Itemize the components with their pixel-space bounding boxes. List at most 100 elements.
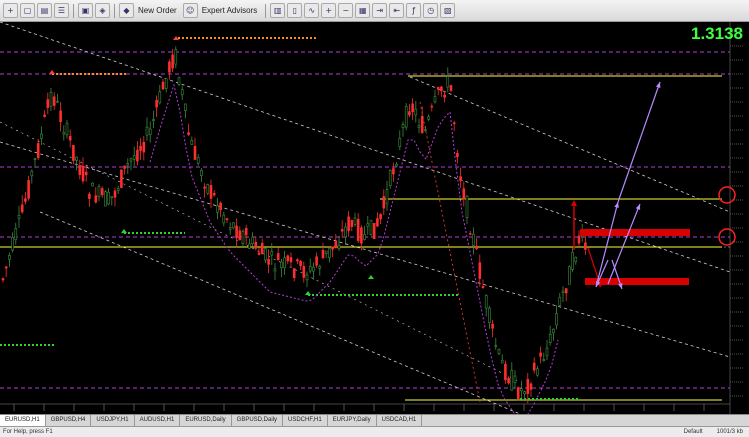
candle-body [171,54,174,69]
candle-body [241,231,245,244]
projection-arrow-head [635,204,641,210]
zoom-in-icon[interactable]: + [321,3,337,18]
candle-body [372,222,376,240]
candle-body [446,76,450,88]
templates-icon[interactable]: ▧ [440,3,456,18]
autoscroll-icon[interactable]: ⇥ [372,3,388,18]
candle-body [65,122,69,136]
candle-body [552,328,555,334]
candle-body [187,132,190,136]
candle-body [356,218,360,242]
candle-body [504,363,507,381]
candle-body [283,257,286,269]
candle-body [404,105,408,128]
chart-tab[interactable]: EURUSD,H1 [0,415,46,426]
candle-body [532,362,536,371]
candle-body [318,266,322,269]
red-up-arrow-icon [571,200,577,206]
tester-icon[interactable]: ◈ [95,3,110,18]
candle-body [260,242,264,255]
candle-body [49,92,53,107]
candle-body [520,388,523,392]
candle-body [408,111,411,116]
candle-body [539,352,542,357]
candle-body [584,242,587,250]
price-chart[interactable] [0,21,749,421]
candle-body [430,105,434,108]
bar-chart-icon[interactable]: ▥ [270,3,286,18]
navigator-icon[interactable]: ☰ [54,3,69,18]
candle-body [177,77,181,85]
candle-body [30,170,34,177]
status-bar: For Help, press F1 Default 1001/3 kb [0,426,749,437]
candle-body [206,184,210,194]
chart-tab[interactable]: AUDUSD,H1 [135,415,181,426]
candle-body [180,89,184,96]
candle-body [212,193,216,196]
candle-body [427,116,430,120]
chart-tab[interactable]: EURUSD,Daily [180,415,232,426]
new-chart-icon[interactable]: + [3,3,18,18]
chart-tab[interactable]: EURJPY,Daily [328,415,377,426]
candle-body [337,244,341,250]
candle-body [267,258,270,265]
expert-advisors-button[interactable]: Expert Advisors [202,6,258,15]
candle-body [100,188,104,196]
candle-body [75,156,78,161]
candlestick-icon[interactable]: ▯ [287,3,303,18]
candle-body [494,345,498,347]
chart-tab[interactable]: USDCAD,H1 [377,415,423,426]
candle-body [24,198,27,202]
indicators-icon[interactable]: ƒ [406,3,422,18]
candle-body [56,100,59,103]
candle-body [468,233,472,235]
candle-body [484,295,488,309]
candle-body [257,252,261,255]
candle-body [353,217,357,225]
open-icon[interactable]: ▢ [20,3,35,18]
candle-body [414,108,418,116]
periods-icon[interactable]: ◷ [423,3,439,18]
candle-body [219,202,222,211]
candle-body [542,359,546,361]
chart-canvas[interactable] [0,21,749,421]
candle-body [382,196,386,209]
candle-body [366,223,370,227]
chart-shift-icon[interactable]: ⇤ [389,3,405,18]
candle-body [264,248,267,261]
candle-body [132,155,136,160]
candle-body [388,170,392,186]
candle-body [526,378,530,394]
candle-body [328,248,331,258]
candle-body [475,245,478,249]
trend-dotted-line [419,101,481,403]
candle-body [334,241,338,249]
terminal-icon[interactable]: ▣ [78,3,93,18]
new-order-button[interactable]: New Order [138,6,177,15]
candle-body [8,255,11,260]
chart-tab[interactable]: USDJPY,H1 [91,415,135,426]
chart-tab[interactable]: GBPUSD,Daily [232,415,283,426]
channel-line [0,141,731,358]
candle-body [81,165,85,182]
resistance-zone-box [580,229,690,236]
candle-body [385,189,389,205]
candle-body [232,222,235,229]
candle-body [209,185,213,199]
candle-body [561,290,565,294]
candle-body [235,225,238,239]
candle-body [84,171,88,176]
line-chart-icon[interactable]: ∿ [304,3,320,18]
chart-tab[interactable]: GBPUSD,H4 [46,415,92,426]
zoom-out-icon[interactable]: − [338,3,354,18]
candle-body [497,349,501,354]
chart-tab[interactable]: USDCHF,H1 [283,415,328,426]
new-order-icon: ◆ [119,3,134,18]
candle-body [392,168,395,175]
tile-windows-icon[interactable]: ▦ [355,3,371,18]
candle-body [459,176,462,181]
profiles-icon[interactable]: ▤ [37,3,52,18]
candle-body [449,85,453,91]
candle-body [369,219,373,235]
candle-body [216,205,219,213]
